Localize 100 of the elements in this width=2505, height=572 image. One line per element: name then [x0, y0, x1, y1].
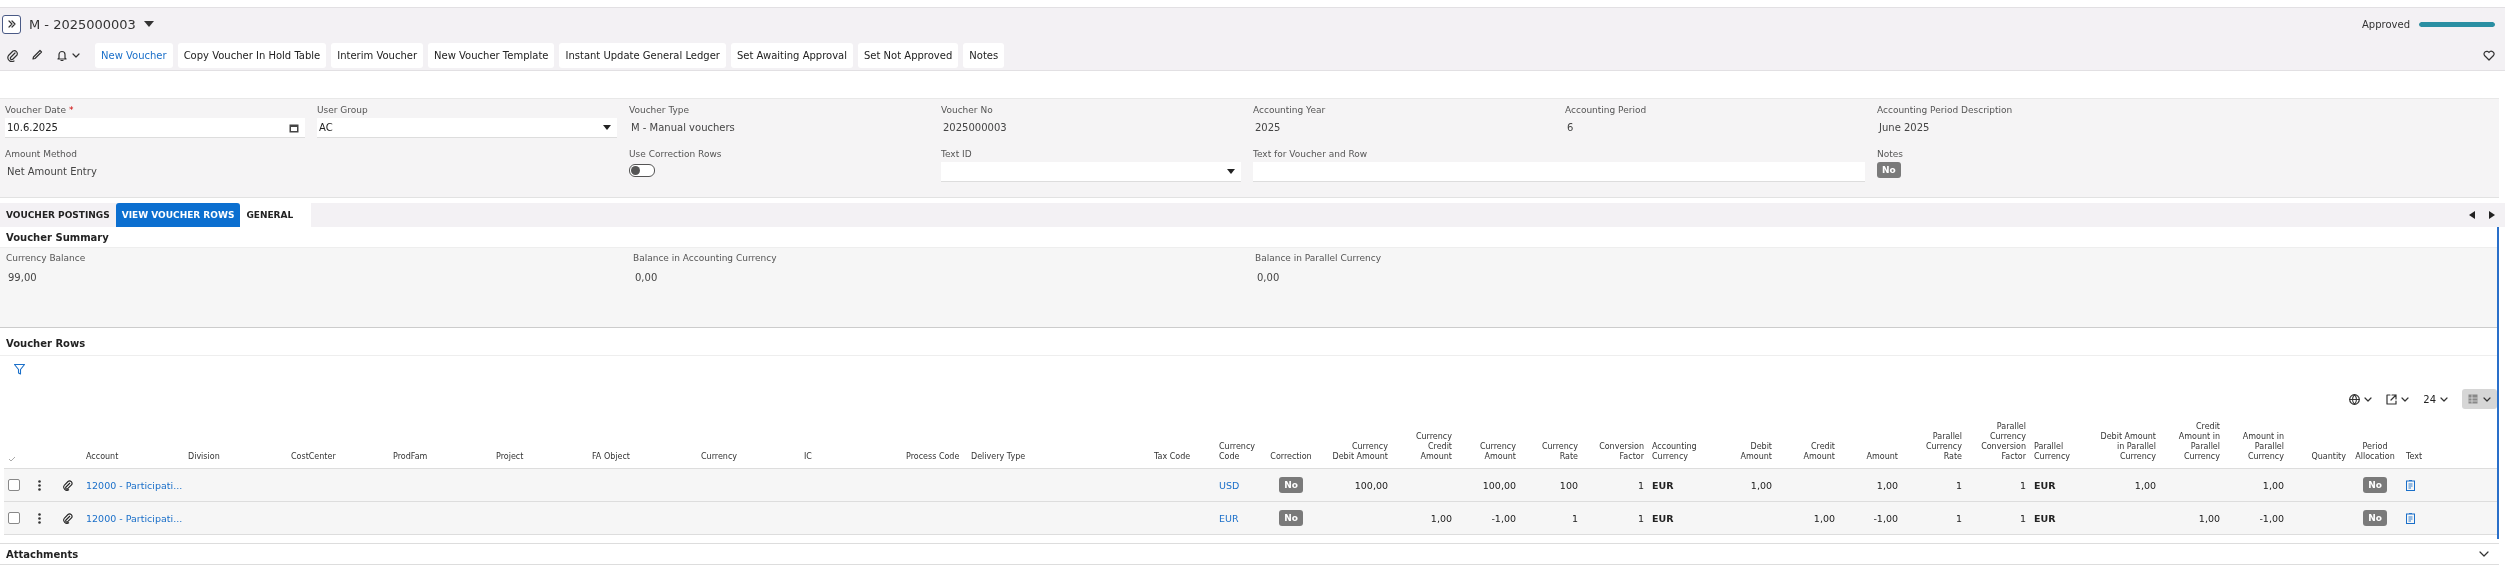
column-header[interactable]: Debit Amount in Parallel Currency: [2098, 432, 2156, 462]
more-options-icon[interactable]: [38, 479, 41, 491]
tab[interactable]: VIEW VOUCHER ROWS: [115, 203, 241, 227]
column-header[interactable]: Currency Rate: [1524, 442, 1578, 462]
field-label: Amount Method: [5, 149, 77, 159]
notification-button[interactable]: [56, 48, 80, 62]
table-cell: -1,00: [1873, 512, 1898, 524]
dropdown-caret-icon: [1227, 169, 1235, 174]
column-header[interactable]: Currency: [701, 452, 738, 462]
column-header[interactable]: Accounting Currency: [1652, 442, 1712, 462]
caret-icon: [72, 51, 80, 59]
filter-icon[interactable]: [14, 363, 25, 375]
page-title: M - 2025000003: [29, 16, 136, 32]
toolbar-button[interactable]: Notes: [963, 42, 1005, 68]
column-header[interactable]: Correction: [1270, 452, 1312, 462]
field-label: Currency Balance: [6, 253, 87, 263]
table-cell: 1,00: [1750, 479, 1772, 491]
column-header[interactable]: FA Object: [592, 452, 630, 462]
caret-icon: [2364, 395, 2373, 403]
field-label: Voucher Type: [629, 105, 690, 115]
table-cell: 1,00: [1813, 512, 1835, 524]
heart-icon[interactable]: [2483, 49, 2495, 61]
value-badge: No: [1877, 162, 1901, 178]
field-label: User Group: [317, 105, 368, 115]
table-cell: 1: [2019, 479, 2026, 491]
tab[interactable]: GENERAL: [240, 203, 312, 227]
field-value: Net Amount Entry: [6, 165, 98, 177]
dropdown-caret-icon[interactable]: [143, 20, 154, 28]
table-cell: 1: [1955, 512, 1962, 524]
table-cell: 1,00: [2198, 512, 2220, 524]
column-header[interactable]: Parallel Currency Conversion Factor: [1970, 422, 2026, 462]
link[interactable]: EUR: [1219, 512, 1239, 524]
paperclip-icon[interactable]: [63, 512, 73, 524]
column-header[interactable]: Account: [86, 452, 119, 462]
column-header[interactable]: Currency Amount: [1460, 442, 1516, 462]
column-header[interactable]: Currency Credit Amount: [1396, 432, 1452, 462]
column-header[interactable]: Currency Code: [1219, 442, 1256, 462]
field-label: Notes: [1877, 149, 1903, 159]
toolbar-button[interactable]: Copy Voucher In Hold Table: [177, 42, 327, 68]
table-cell: EUR: [1652, 512, 1674, 524]
dropdown-field[interactable]: AC: [317, 118, 617, 138]
document-icon[interactable]: [2406, 512, 2415, 524]
field-value: 2025: [1254, 121, 1282, 133]
toolbar-button[interactable]: New Voucher: [95, 42, 173, 68]
table-cell: EUR: [2034, 479, 2056, 491]
expand-icon[interactable]: [2479, 551, 2489, 557]
column-header[interactable]: Debit Amount: [1720, 442, 1772, 462]
column-header[interactable]: Delivery Type: [971, 452, 1026, 462]
column-header[interactable]: Credit Amount: [1780, 442, 1835, 462]
language-button[interactable]: [2349, 393, 2373, 405]
scroll-right-icon[interactable]: [2489, 211, 2495, 219]
row-checkbox[interactable]: [8, 512, 20, 524]
column-header[interactable]: Credit Amount in Parallel Currency: [2164, 422, 2220, 462]
column-header[interactable]: Process Code: [906, 452, 960, 462]
expand-button[interactable]: [2, 14, 21, 34]
document-icon[interactable]: [2406, 479, 2415, 491]
export-button[interactable]: [2386, 393, 2410, 405]
toggle-switch[interactable]: [629, 164, 655, 177]
toolbar-button[interactable]: New Voucher Template: [428, 42, 555, 68]
toolbar-button[interactable]: Instant Update General Ledger: [559, 42, 726, 68]
date-field[interactable]: 10.6.2025: [5, 118, 305, 138]
field-label: Text ID: [941, 149, 972, 159]
toolbar-button[interactable]: Interim Voucher: [331, 42, 424, 68]
field-value: M - Manual vouchers: [630, 121, 736, 133]
row-checkbox[interactable]: [8, 479, 20, 491]
link[interactable]: 12000 - Participati...: [86, 479, 183, 491]
toolbar-button[interactable]: Set Not Approved: [858, 42, 959, 68]
column-header[interactable]: Parallel Currency: [2034, 442, 2090, 462]
column-header[interactable]: ProdFam: [393, 452, 428, 462]
column-header[interactable]: Text: [2406, 452, 2423, 462]
column-header[interactable]: Project: [496, 452, 524, 462]
field-value: 6: [1566, 121, 1575, 133]
scroll-left-icon[interactable]: [2469, 211, 2475, 219]
field-label: Accounting Period: [1565, 105, 1647, 115]
section-header: Voucher Rows: [0, 332, 2497, 356]
column-header[interactable]: Quantity: [2311, 452, 2346, 462]
column-header[interactable]: Tax Code: [1154, 452, 1191, 462]
paperclip-icon[interactable]: [63, 479, 73, 491]
page-size-button[interactable]: 24: [2423, 393, 2448, 405]
column-header[interactable]: Division: [188, 452, 220, 462]
link[interactable]: 12000 - Participati...: [86, 512, 183, 524]
caret-icon: [2483, 395, 2491, 403]
more-options-icon[interactable]: [38, 512, 41, 524]
required-mark: *: [68, 105, 74, 115]
pencil-icon[interactable]: [31, 49, 43, 61]
link[interactable]: USD: [1219, 479, 1240, 491]
table-cell: EUR: [1652, 479, 1674, 491]
toolbar-button[interactable]: Set Awaiting Approval: [730, 42, 853, 68]
calendar-icon[interactable]: [289, 122, 299, 133]
column-header[interactable]: Amount: [1866, 452, 1898, 462]
column-header[interactable]: Parallel Currency Rate: [1906, 432, 1962, 462]
column-header[interactable]: Currency Debit Amount: [1330, 442, 1388, 462]
column-header[interactable]: Conversion Factor: [1586, 442, 1644, 462]
column-header[interactable]: Period Allocation: [2354, 442, 2396, 462]
text-field[interactable]: [1253, 162, 1865, 182]
column-header[interactable]: Amount in Parallel Currency: [2228, 432, 2284, 462]
paperclip-icon[interactable]: [6, 48, 18, 62]
column-header[interactable]: IC: [804, 452, 812, 462]
dropdown-field[interactable]: [941, 162, 1241, 182]
column-header[interactable]: CostCenter: [291, 452, 336, 462]
